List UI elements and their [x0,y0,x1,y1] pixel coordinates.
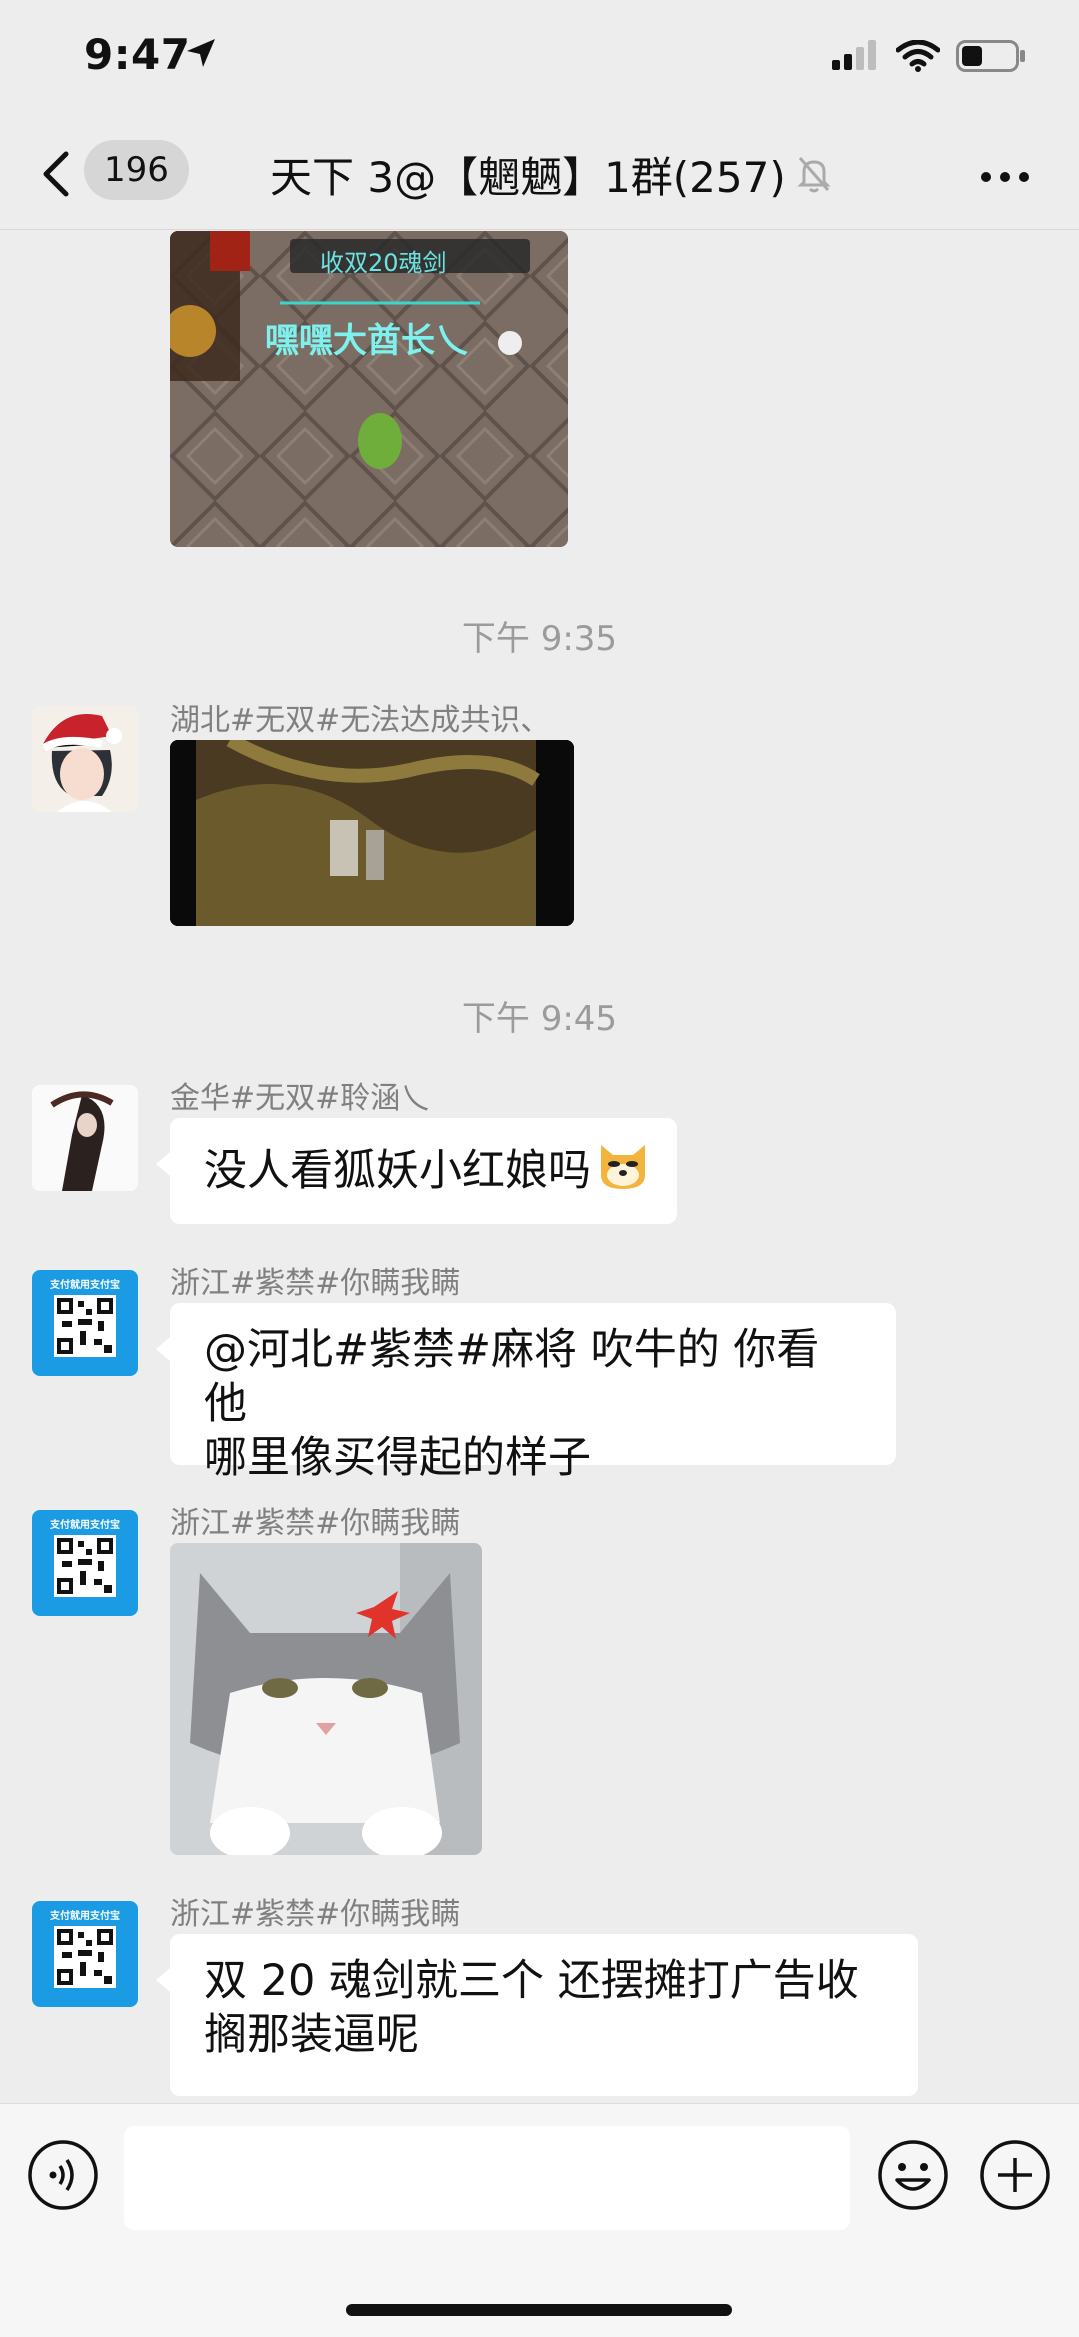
message-text-line: 搁那装逼呢 [204,2010,419,2060]
chevron-left-icon[interactable] [36,144,76,204]
cellular-signal-icon [832,40,880,74]
avatar[interactable] [32,706,138,812]
chat-title-group: 天下 3@【魍魉】1群(257) [270,144,832,204]
message-bubble[interactable]: 没人看狐妖小红娘吗 [156,1118,677,1224]
doge-emoji-icon [595,1139,651,1204]
bell-slash-icon [796,154,832,198]
game-screenshot-image[interactable]: 收双20魂剑 嘿嘿大酋长乀 [170,231,568,547]
location-arrow-icon [184,36,218,74]
message-text-line: @河北#紫禁#麻将 吹牛的 你看他 [204,1325,820,1429]
more-icon[interactable] [980,168,1030,187]
message-input[interactable] [124,2126,850,2230]
status-bar: 9:47 [0,0,1079,118]
unread-count-badge[interactable]: 196 [84,140,189,200]
message-text-line: 双 20 魂剑就三个 还摆摊打广告收 [204,1956,859,2006]
chat-screen: 9:47 196 天下 3@【魍魉】1群(257) 收双20魂剑 嘿嘿大酋长乀 … [0,0,1079,2337]
voice-icon[interactable] [26,2138,100,2216]
game-image-text: 收双20魂剑 [320,249,447,277]
video-thumbnail-image[interactable] [170,740,574,926]
sender-name: 湖北#无双#无法达成共识、 [170,703,551,738]
qr-code-icon [54,1535,116,1597]
plus-icon[interactable] [978,2138,1052,2216]
wifi-icon [895,39,941,76]
chat-title: 天下 3@【魍魉】1群(257) [270,152,786,202]
emoji-icon[interactable] [876,2138,950,2216]
status-time: 9:47 [84,30,191,79]
message-text-line: 哪里像买得起的样子 [204,1433,591,1483]
navigation-bar: 196 天下 3@【魍魉】1群(257) [0,118,1079,230]
cat-sticker-image[interactable] [170,1543,482,1855]
qr-code-icon [54,1295,116,1357]
avatar[interactable] [32,1085,138,1191]
message-bubble[interactable]: 双 20 魂剑就三个 还摆摊打广告收 搁那装逼呢 [156,1934,918,2096]
timestamp: 下午 9:35 [461,619,618,659]
battery-icon [956,40,1026,76]
avatar[interactable]: 支付就用支付宝 [32,1510,138,1616]
game-image-name: 嘿嘿大酋长乀 [265,321,469,361]
avatar-label: 支付就用支付宝 [50,1911,120,1922]
input-bar [0,2103,1079,2337]
sender-name: 浙江#紫禁#你瞒我瞒 [170,1266,461,1301]
home-indicator[interactable] [346,2304,732,2316]
sender-name: 浙江#紫禁#你瞒我瞒 [170,1897,461,1932]
qr-code-icon [54,1926,116,1988]
avatar[interactable]: 支付就用支付宝 [32,1270,138,1376]
timestamp: 下午 9:45 [461,999,618,1039]
avatar-label: 支付就用支付宝 [50,1520,120,1531]
message-list[interactable]: 收双20魂剑 嘿嘿大酋长乀 下午 9:35 湖北#无双#无法达成共识、 下午 9… [0,231,1079,2103]
avatar-label: 支付就用支付宝 [50,1280,120,1291]
message-text: 没人看狐妖小红娘吗 [204,1146,591,1196]
avatar[interactable]: 支付就用支付宝 [32,1901,138,2007]
message-bubble[interactable]: @河北#紫禁#麻将 吹牛的 你看他 哪里像买得起的样子 [156,1303,896,1483]
sender-name: 金华#无双#聆涵乀 [170,1081,431,1116]
sender-name: 浙江#紫禁#你瞒我瞒 [170,1506,461,1541]
